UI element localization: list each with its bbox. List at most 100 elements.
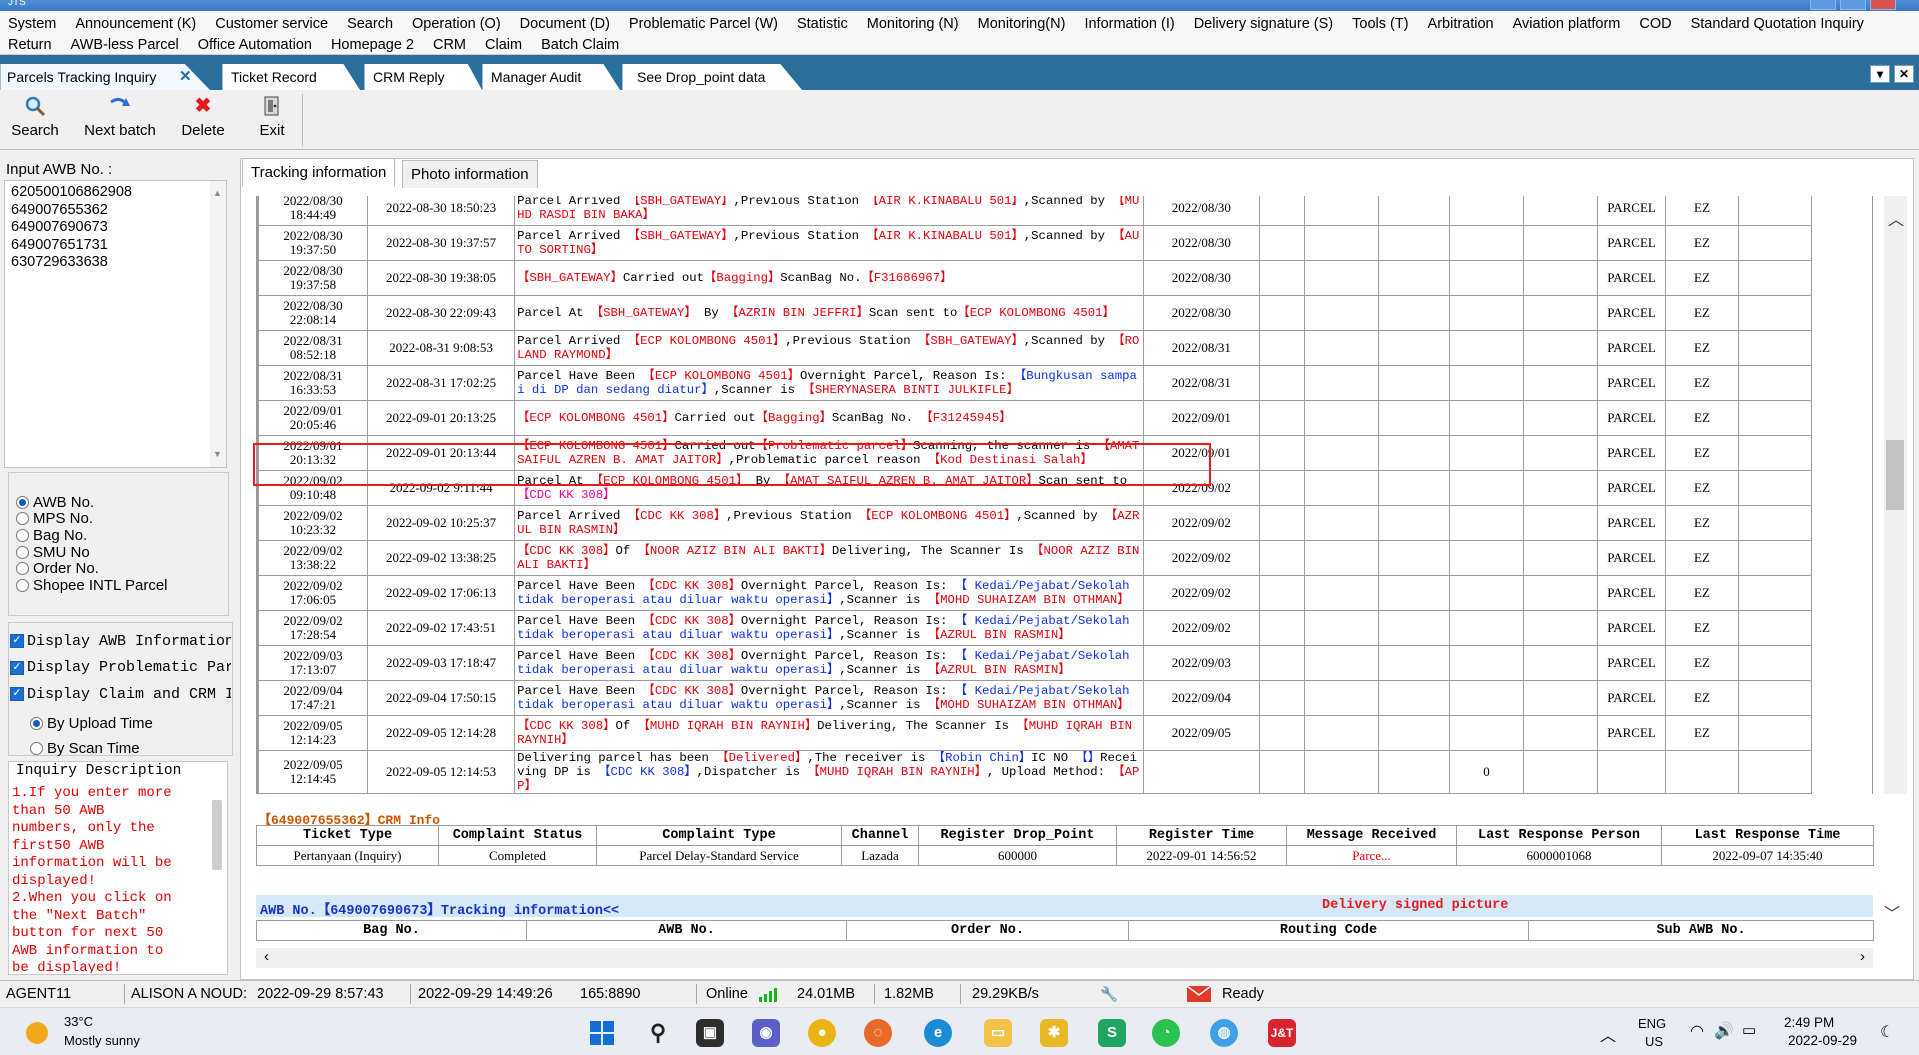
close-window-button[interactable] xyxy=(1870,0,1896,10)
tracking-row[interactable]: 2022/08/30 19:37:50 2022-08-30 19:37:57 Pa… xyxy=(257,225,1872,261)
menu-item[interactable]: Customer service xyxy=(215,16,328,32)
wechat-icon[interactable]: ◔ xyxy=(1152,1019,1180,1047)
radio-icon[interactable] xyxy=(30,717,43,730)
display-checkbox[interactable]: ✓ Display Problematic Par xyxy=(10,655,231,682)
crm-column-header[interactable]: Register Time xyxy=(1116,825,1287,846)
app-icon[interactable]: ✱ xyxy=(1040,1019,1068,1047)
tracking-row[interactable]: 2022/09/02 17:06:05 2022-09-02 17:06:13 Pa… xyxy=(257,575,1872,611)
bag-column-header[interactable]: Order No. xyxy=(846,920,1129,941)
radio-option[interactable]: Order No. xyxy=(16,560,168,577)
tab-manager-audit[interactable]: Manager Audit xyxy=(482,64,620,90)
menu-item[interactable]: Problematic Parcel (W) xyxy=(629,16,778,32)
scroll-up-icon[interactable]: ︿ xyxy=(1888,206,1904,230)
task-view-icon[interactable]: ▣ xyxy=(696,1019,724,1047)
menu-item[interactable]: Return xyxy=(8,37,52,53)
scroll-thumb[interactable] xyxy=(1886,440,1904,510)
firefox-icon[interactable]: ◌ xyxy=(864,1019,892,1047)
bag-column-header[interactable]: Sub AWB No. xyxy=(1528,920,1874,941)
menu-item[interactable]: System xyxy=(8,16,56,32)
scroll-right-icon[interactable]: › xyxy=(1860,948,1865,965)
tab-tracking-information[interactable]: Tracking information xyxy=(242,158,396,186)
crm-column-header[interactable]: Last Response Person xyxy=(1456,825,1662,846)
tab-parcels-tracking-inquiry[interactable]: Parcels Tracking Inquiry ✕ xyxy=(0,64,210,90)
awb-scrollbar[interactable]: ▲ ▼ xyxy=(210,181,226,467)
tab-crm-reply[interactable]: CRM Reply xyxy=(364,64,482,90)
volume-icon[interactable]: 🔊 xyxy=(1714,1021,1734,1041)
bag-column-header[interactable]: Routing Code xyxy=(1128,920,1529,941)
display-checkbox[interactable]: ✓ Display Claim and CRM I xyxy=(10,681,231,708)
scroll-left-icon[interactable]: ‹ xyxy=(264,948,269,965)
tracking-row[interactable]: 2022/08/31 16:33:53 2022-08-31 17:02:25 Pa… xyxy=(257,365,1872,401)
menu-item[interactable]: Aviation platform xyxy=(1513,16,1621,32)
menu-item[interactable]: Announcement (K) xyxy=(75,16,196,32)
radio-icon[interactable] xyxy=(16,512,29,526)
tracking-row[interactable]: 2022/09/02 10:23:32 2022-09-02 10:25:37 Pa… xyxy=(257,505,1872,541)
windows-start-icon[interactable] xyxy=(588,1019,616,1047)
radio-icon[interactable] xyxy=(16,545,29,559)
tracking-row[interactable]: 2022/09/02 17:28:54 2022-09-02 17:43:51 Pa… xyxy=(257,610,1872,646)
menu-item[interactable]: COD xyxy=(1639,16,1671,32)
crm-column-header[interactable]: Ticket Type xyxy=(256,825,439,846)
tracking-row[interactable]: 2022/09/02 13:38:22 2022-09-02 13:38:25 【C… xyxy=(257,540,1872,576)
radio-option[interactable]: Bag No. xyxy=(16,527,168,544)
crm-column-header[interactable]: Message Received xyxy=(1286,825,1457,846)
menu-item[interactable]: Monitoring (N) xyxy=(867,16,959,32)
menu-item[interactable]: Statistic xyxy=(797,16,848,32)
edge-icon[interactable]: e xyxy=(924,1019,952,1047)
search-taskbar-icon[interactable]: ⚲ xyxy=(644,1019,672,1047)
next-batch-button[interactable]: Next batch xyxy=(78,94,162,146)
clock-time[interactable]: 2:49 PM xyxy=(1784,1015,1834,1030)
tracking-row[interactable]: 2022/08/30 19:37:58 2022-08-30 19:38:05 【S… xyxy=(257,260,1872,296)
scroll-up-icon[interactable]: ▲ xyxy=(213,185,222,203)
teams-chat-icon[interactable]: ◉ xyxy=(752,1019,780,1047)
menu-item[interactable]: Office Automation xyxy=(198,37,312,53)
radio-option[interactable]: AWB No. xyxy=(16,494,168,511)
wifi-icon[interactable]: ◠ xyxy=(1690,1021,1704,1041)
tab-ticket-record[interactable]: Ticket Record xyxy=(222,64,360,90)
menu-item[interactable]: Operation (O) xyxy=(412,16,501,32)
awb-tracking-title[interactable]: AWB No.【649007690673】Tracking informatio… xyxy=(260,898,619,919)
menu-item[interactable]: AWB-less Parcel xyxy=(71,37,179,53)
maximize-button[interactable] xyxy=(1840,0,1866,10)
chrome-icon[interactable]: ● xyxy=(808,1019,836,1047)
weather-temp[interactable]: 33°C xyxy=(64,1014,93,1029)
tracking-row[interactable]: 2022/09/05 12:14:45 2022-09-05 12:14:53 De… xyxy=(257,750,1872,794)
menu-item[interactable]: Monitoring(N) xyxy=(978,16,1066,32)
radio-icon[interactable] xyxy=(16,578,29,592)
time-option[interactable]: By Upload Time xyxy=(30,711,153,736)
bag-column-header[interactable]: AWB No. xyxy=(526,920,847,941)
tab-dropdown-icon[interactable]: ▾ xyxy=(1870,65,1890,83)
horizontal-scrollbar[interactable]: ‹ › xyxy=(256,948,1873,968)
menu-item[interactable]: Homepage 2 xyxy=(331,37,414,53)
delete-button[interactable]: ✖ Delete xyxy=(176,94,230,146)
exit-button[interactable]: Exit xyxy=(250,94,294,146)
menu-item[interactable]: Arbitration xyxy=(1428,16,1494,32)
scroll-down-icon[interactable]: ﹀ xyxy=(1884,900,1900,924)
display-checkbox[interactable]: ✓ Display AWB Information xyxy=(10,628,231,655)
description-scrollbar[interactable] xyxy=(212,800,222,870)
file-explorer-icon[interactable]: ▭ xyxy=(984,1019,1012,1047)
crm-column-header[interactable]: Last Response Time xyxy=(1661,825,1874,846)
tracking-row[interactable]: 2022/09/01 20:05:46 2022-09-01 20:13:25 【E… xyxy=(257,400,1872,436)
tracking-row[interactable]: 2022/08/31 08:52:18 2022-08-31 9:08:53 Par… xyxy=(257,330,1872,366)
clock-date[interactable]: 2022-09-29 xyxy=(1788,1033,1857,1048)
search-button[interactable]: Search xyxy=(8,94,62,146)
time-option[interactable]: By Scan Time xyxy=(30,736,153,761)
menu-item[interactable]: CRM xyxy=(433,37,466,53)
close-tab-icon[interactable]: ✕ xyxy=(179,64,192,90)
radio-option[interactable]: SMU No xyxy=(16,544,168,561)
radio-icon[interactable] xyxy=(16,528,29,542)
bag-column-header[interactable]: Bag No. xyxy=(256,920,527,941)
checkbox-checked-icon[interactable]: ✓ xyxy=(10,660,24,675)
menu-item[interactable]: Delivery signature (S) xyxy=(1194,16,1333,32)
minimize-button[interactable] xyxy=(1810,0,1836,10)
tab-see-drop-point-data[interactable]: See Drop_point data xyxy=(622,64,802,90)
radio-icon[interactable] xyxy=(16,562,29,576)
tracking-row[interactable]: 2022/09/04 17:47:21 2022-09-04 17:50:15 Pa… xyxy=(257,680,1872,716)
menu-item[interactable]: Document (D) xyxy=(520,16,610,32)
chat-bubble-icon[interactable]: ◍ xyxy=(1210,1019,1238,1047)
menu-item[interactable]: Claim xyxy=(485,37,522,53)
jt-app-icon[interactable]: J&T xyxy=(1268,1019,1296,1047)
awb-input-textarea[interactable]: 620500106862908 649007655362 649007690673 6… xyxy=(4,180,227,468)
battery-icon[interactable]: ▭ xyxy=(1742,1021,1756,1039)
